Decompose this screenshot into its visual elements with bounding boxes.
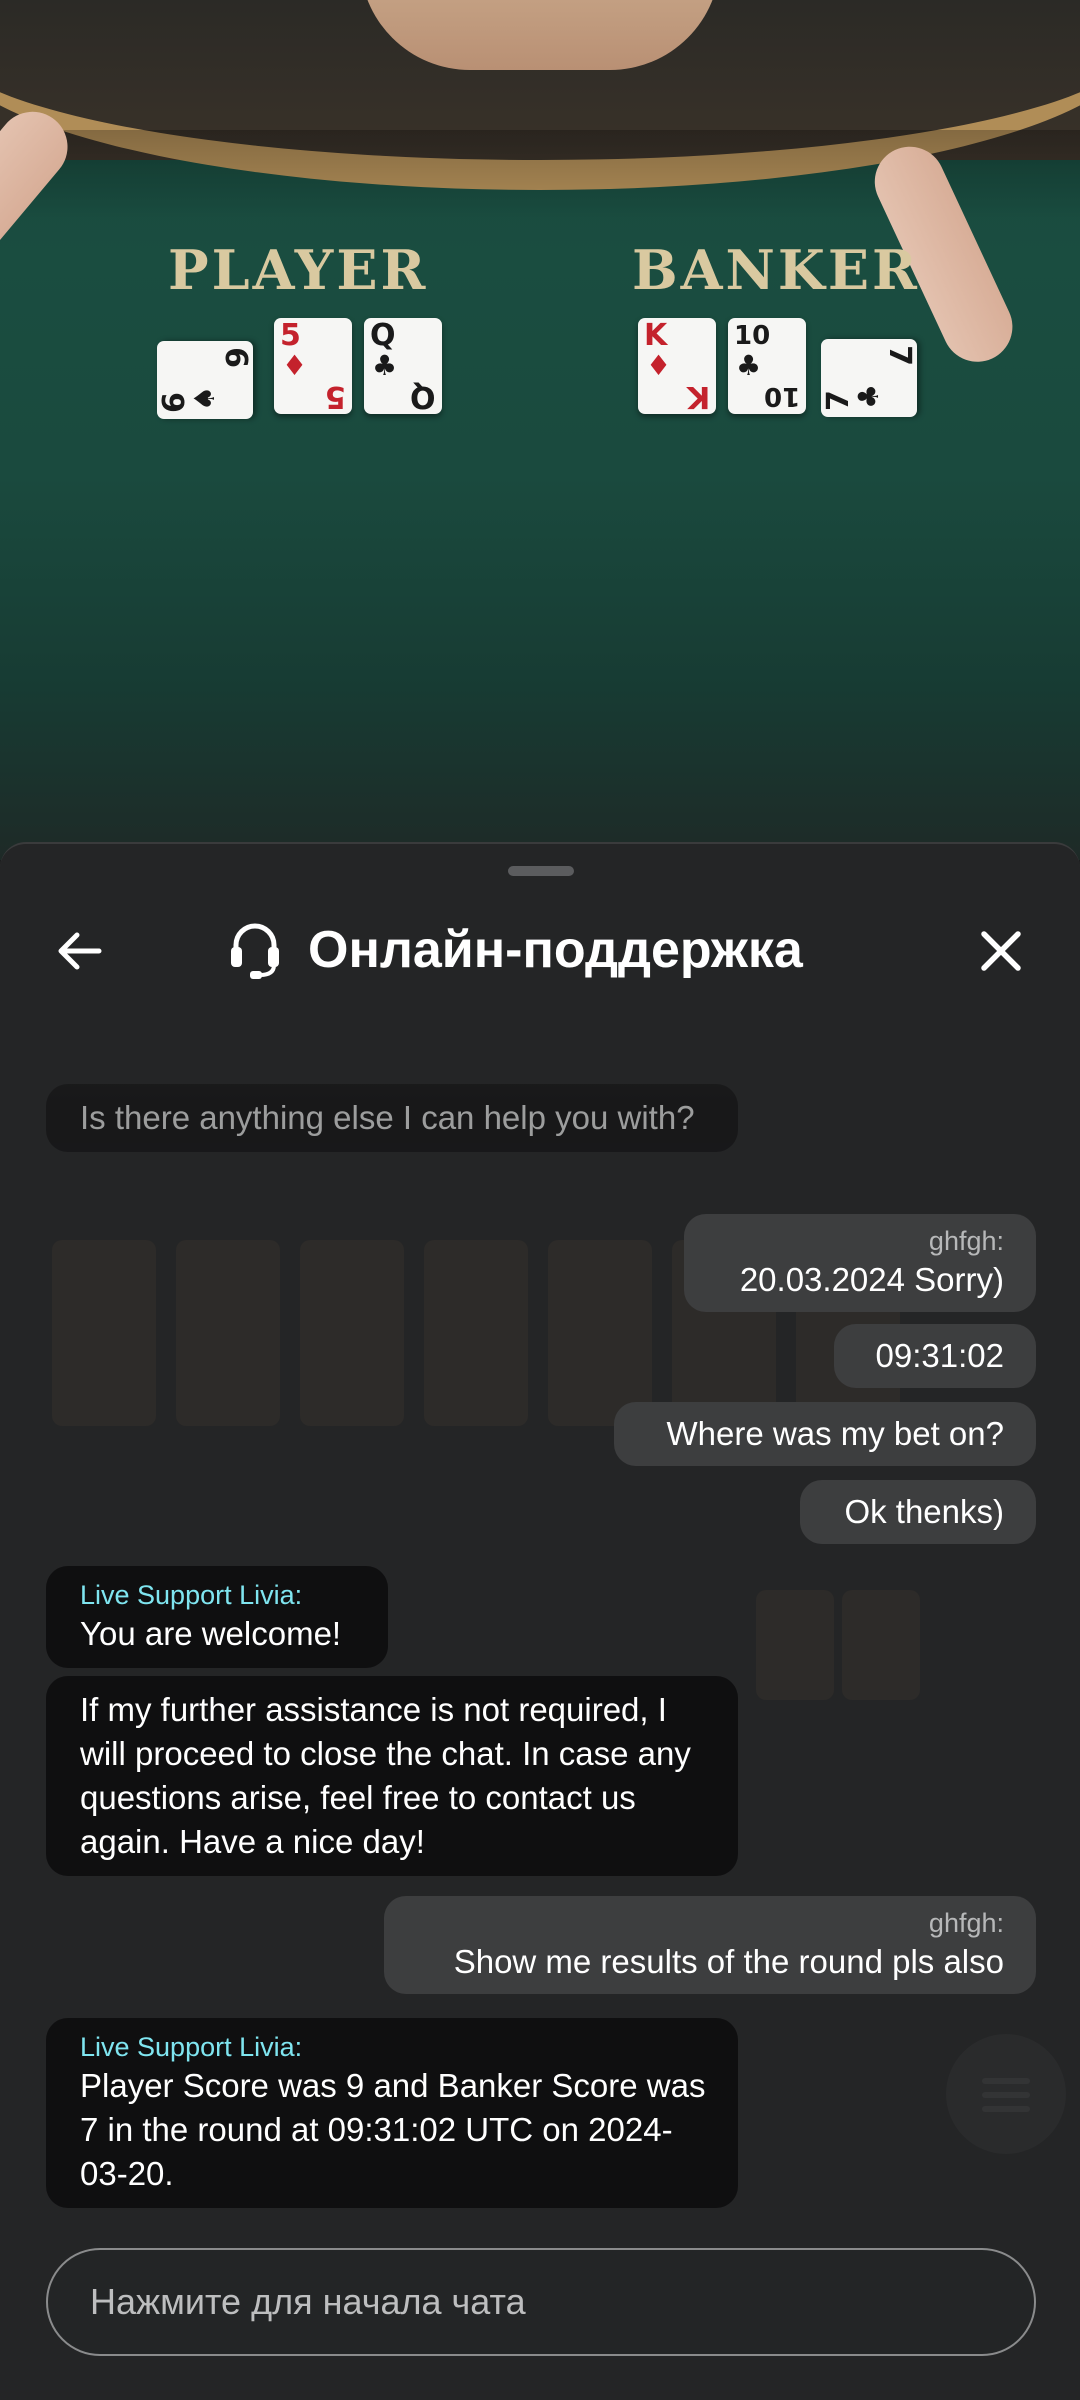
message-user: Where was my bet on? <box>614 1402 1036 1466</box>
card-rank-inverted: 5 <box>325 379 346 414</box>
card-rank-inverted: 6 <box>218 347 253 368</box>
card-suit: ♦ <box>282 349 308 382</box>
message-sender: Live Support Livia: <box>80 2032 303 2062</box>
message-agent: Live Support Livia: Player Score was 9 a… <box>46 2018 738 2208</box>
card-rank-inverted: 10 <box>763 381 800 411</box>
card-suit: ♦ <box>646 349 672 382</box>
card-rank: 10 <box>734 321 771 351</box>
banker-card-2: 10 ♣ 10 <box>728 318 806 414</box>
message-user: ghfgh: Show me results of the round pls … <box>384 1896 1036 1994</box>
drag-handle[interactable] <box>508 866 574 876</box>
card-rank: K <box>644 318 668 353</box>
card-rank: 6 <box>157 392 192 413</box>
card-suit: ♣ <box>372 349 398 382</box>
message-text: Where was my bet on? <box>666 1415 1004 1452</box>
chat-input-placeholder: Нажмите для начала чата <box>90 2281 526 2322</box>
chat-title: Онлайн-поддержка <box>308 921 803 979</box>
card-rank: Q <box>370 318 396 353</box>
banker-zone-label: BANKER <box>632 238 920 302</box>
banker-card-3: 7 ♣ 7 <box>821 339 917 417</box>
live-video: PLAYER BANKER 6 ♠ 6 5 ♦ 5 Q ♣ Q K ♦ K 10… <box>0 0 1080 860</box>
card-rank: 7 <box>821 390 856 411</box>
message-text: You are welcome! <box>80 1615 342 1652</box>
message-text: Show me results of the round pls also <box>453 1943 1004 1980</box>
chat-input[interactable]: Нажмите для начала чата <box>46 2248 1036 2356</box>
banker-card-1: K ♦ K <box>638 318 716 414</box>
player-zone-label: PLAYER <box>168 238 429 302</box>
message-agent: Live Support Livia: You are welcome! <box>46 1566 388 1668</box>
close-button[interactable] <box>966 916 1036 986</box>
chat-title-group: Онлайн-поддержка <box>228 918 803 982</box>
headset-icon <box>228 921 282 979</box>
ghost-card <box>176 1240 280 1426</box>
ghost-card <box>424 1240 528 1426</box>
message-text: Ok thenks) <box>844 1493 1004 1530</box>
message-sender: Live Support Livia: <box>80 1580 303 1610</box>
card-rank-inverted: K <box>686 379 710 414</box>
screen: PLAYER BANKER 6 ♠ 6 5 ♦ 5 Q ♣ Q K ♦ K 10… <box>0 0 1080 2400</box>
card-rank-inverted: Q <box>410 379 436 414</box>
ghost-card <box>842 1590 920 1700</box>
ghost-card <box>548 1240 652 1426</box>
card-suit: ♠ <box>188 385 221 411</box>
ghost-card <box>300 1240 404 1426</box>
back-button[interactable] <box>44 916 114 986</box>
message-text: 20.03.2024 Sorry) <box>739 1261 1004 1298</box>
arrow-left-icon <box>55 931 103 971</box>
message-user: 09:31:02 <box>834 1324 1036 1388</box>
player-card-3: Q ♣ Q <box>364 318 442 414</box>
card-suit: ♣ <box>736 349 762 382</box>
close-icon <box>980 930 1022 972</box>
card-rank: 5 <box>280 318 301 353</box>
message-text: Player Score was 9 and Banker Score was … <box>80 2067 706 2192</box>
ghost-card <box>52 1240 156 1426</box>
chat-header: Онлайн-поддержка <box>0 900 1080 1000</box>
message-text: If my further assistance is not required… <box>80 1691 691 1860</box>
message-user: Ok thenks) <box>800 1480 1036 1544</box>
message-agent: Is there anything else I can help you wi… <box>46 1084 738 1152</box>
card-suit: ♣ <box>852 383 885 409</box>
message-sender: ghfgh: <box>928 1226 1004 1256</box>
card-rank-inverted: 7 <box>882 345 917 366</box>
ghost-card <box>756 1590 834 1700</box>
message-user: ghfgh: 20.03.2024 Sorry) <box>684 1214 1036 1312</box>
support-chat-sheet: Онлайн-поддержка Is there anything else … <box>0 842 1080 2400</box>
ghost-menu-button <box>946 2034 1066 2154</box>
message-agent: If my further assistance is not required… <box>46 1676 738 1876</box>
message-text: 09:31:02 <box>875 1337 1004 1374</box>
player-card-1: 6 ♠ 6 <box>157 341 253 419</box>
message-text: Is there anything else I can help you wi… <box>80 1099 695 1136</box>
message-sender: ghfgh: <box>928 1908 1004 1938</box>
player-card-2: 5 ♦ 5 <box>274 318 352 414</box>
